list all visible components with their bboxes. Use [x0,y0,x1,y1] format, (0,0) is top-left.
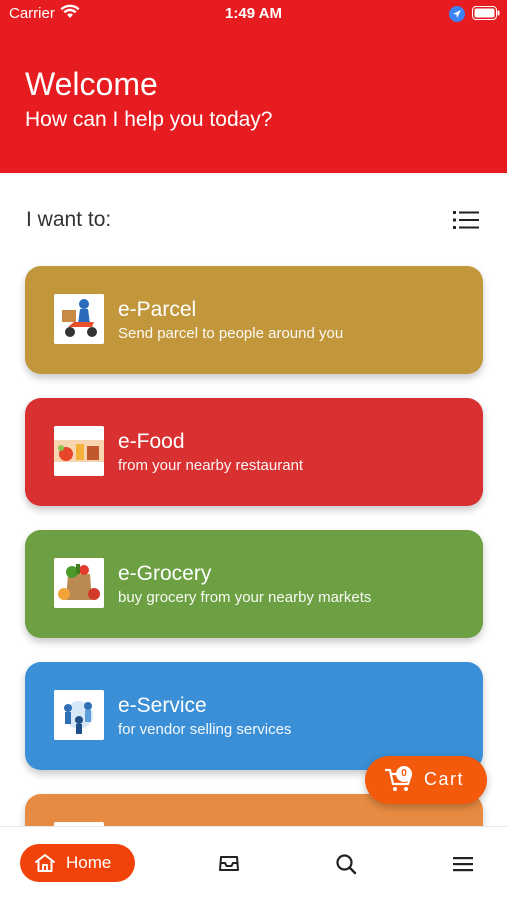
app-screen: Carrier 1:49 AM Welcome How can I help y… [0,0,507,900]
service-title: e-Service [118,694,207,717]
inbox-icon[interactable] [217,852,241,876]
location-arrow-icon [449,6,465,26]
home-icon [34,853,56,878]
service-description: buy grocery from your nearby markets [118,589,372,606]
header: Carrier 1:49 AM Welcome How can I help y… [0,0,507,173]
search-icon[interactable] [334,852,358,876]
battery-icon [472,6,500,24]
nav-home-label: Home [66,853,112,872]
nav-home-button[interactable]: Home [20,844,135,882]
service-card-food[interactable]: e-Food from your nearby restaurant [25,398,483,506]
service-title: e-Food [118,430,185,453]
service-card-parcel[interactable]: e-Parcel Send parcel to people around yo… [25,266,483,374]
service-people-icon [54,690,104,740]
cart-button[interactable]: 0 Cart [365,756,487,804]
service-card-grocery[interactable]: e-Grocery buy grocery from your nearby m… [25,530,483,638]
welcome-title: Welcome [25,66,158,102]
food-icon [54,426,104,476]
service-description: for vendor selling services [118,721,292,738]
service-description: from your nearby restaurant [118,457,304,474]
menu-icon[interactable] [451,852,475,876]
service-title: e-Parcel [118,298,197,321]
service-card-service[interactable]: e-Service for vendor selling services [25,662,483,770]
delivery-scooter-icon [54,294,104,344]
section-header: I want to: [25,205,483,237]
status-time: 1:49 AM [225,5,282,22]
list-view-icon[interactable] [453,210,479,235]
cart-count-badge: 0 [396,766,412,782]
welcome-subtitle: How can I help you today? [25,108,273,131]
status-bar: Carrier 1:49 AM [0,0,507,28]
cart-label: Cart [424,769,465,789]
service-description: Send parcel to people around you [118,325,344,342]
bottom-nav: Home [0,826,507,900]
grocery-bag-icon [54,558,104,608]
section-label: I want to: [26,208,112,231]
service-title: e-Grocery [118,562,212,585]
